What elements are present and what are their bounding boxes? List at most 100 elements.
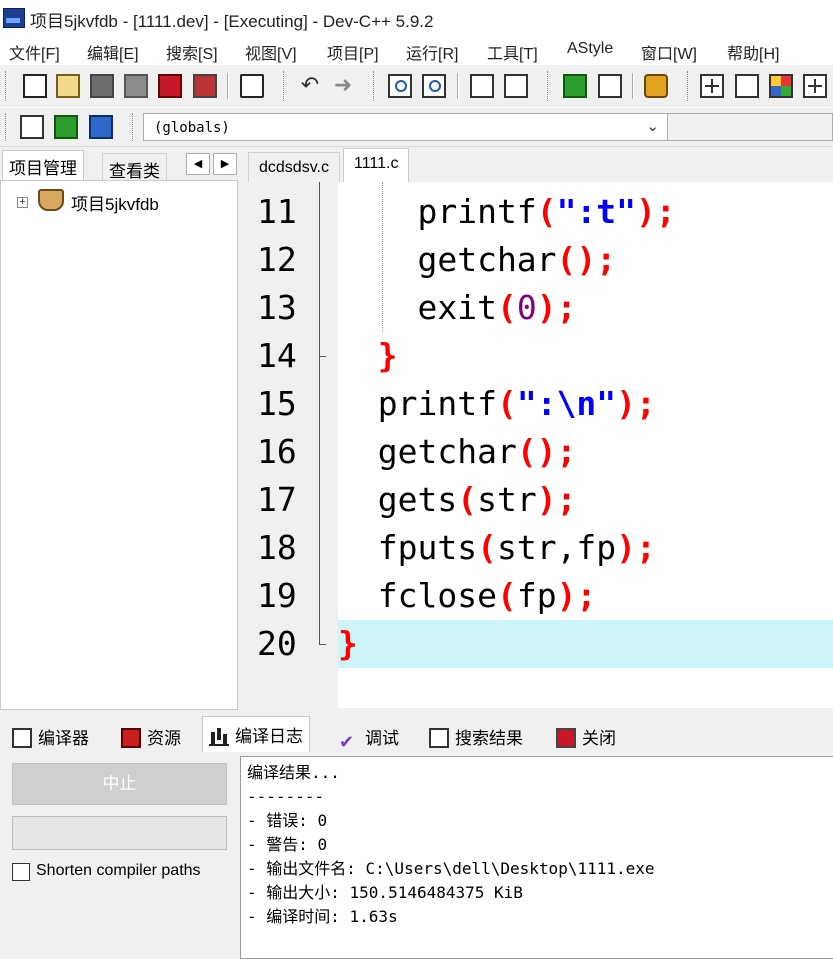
tab-close[interactable]: 关闭: [550, 719, 622, 751]
tab-resources[interactable]: 资源: [115, 719, 187, 751]
menu-file[interactable]: 文件[F]: [9, 40, 60, 64]
project-tree-item[interactable]: 项目5jkvfdb: [71, 190, 159, 215]
code-token: ":t": [556, 192, 637, 231]
menu-help[interactable]: 帮助[H]: [727, 40, 779, 64]
menu-astyle[interactable]: AStyle: [567, 40, 613, 58]
toolbar-grip[interactable]: [5, 71, 9, 101]
find-icon[interactable]: [388, 74, 412, 98]
code-token: }: [338, 624, 358, 663]
toolbar-separator: [632, 73, 634, 99]
print-icon[interactable]: [240, 74, 264, 98]
tab-label: 搜索结果: [455, 729, 523, 748]
close-file-icon[interactable]: [158, 74, 182, 98]
close-icon: [556, 728, 576, 748]
tab-label: 编译器: [38, 729, 89, 748]
save-icon[interactable]: [90, 74, 114, 98]
code-line[interactable]: fputs(str,fp);: [338, 524, 833, 572]
toolbar-grip[interactable]: [687, 71, 691, 101]
line-number: 16: [257, 432, 297, 471]
find-replace-icon[interactable]: [422, 74, 446, 98]
abort-compilation-button[interactable]: 中止: [12, 763, 227, 805]
editor-tabs: dcdsdsv.c 1111.c: [246, 148, 833, 184]
code-line[interactable]: }: [338, 620, 833, 668]
menu-search[interactable]: 搜索[S]: [166, 40, 218, 64]
tab-label: 编译日志: [235, 727, 303, 746]
tab-label: 资源: [147, 729, 181, 748]
code-token: );: [536, 480, 577, 519]
shorten-paths-checkbox[interactable]: [12, 863, 30, 881]
code-token: ();: [556, 240, 617, 279]
code-line[interactable]: printf(":t");: [338, 188, 833, 236]
menu-project[interactable]: 项目[P]: [327, 40, 379, 64]
log-line: - 输出文件名: C:\Users\dell\Desktop\1111.exe: [247, 859, 655, 878]
code-line[interactable]: fclose(fp);: [338, 572, 833, 620]
menu-run[interactable]: 运行[R]: [406, 40, 458, 64]
grid-icon[interactable]: [700, 74, 724, 98]
insert-icon[interactable]: [54, 115, 78, 139]
scroll-left-icon[interactable]: ◀: [186, 153, 210, 175]
redo-icon[interactable]: ➜: [331, 74, 355, 98]
tab-class-browser[interactable]: 查看类: [102, 153, 167, 183]
code-line[interactable]: gets(str);: [338, 476, 833, 524]
toolbar-grip[interactable]: [373, 71, 377, 101]
code-token: printf: [338, 384, 497, 423]
undo-icon[interactable]: ↶: [298, 74, 322, 98]
remove-from-project-icon[interactable]: [598, 74, 622, 98]
toolbar-grip[interactable]: [132, 113, 136, 141]
scope-combo[interactable]: (globals) ⌄: [143, 113, 668, 141]
goto-line-icon[interactable]: [644, 74, 668, 98]
code-line[interactable]: printf(":\n");: [338, 380, 833, 428]
code-line[interactable]: exit(0);: [338, 284, 833, 332]
new-class-icon[interactable]: [20, 115, 44, 139]
tab-file-1111[interactable]: 1111.c: [343, 148, 410, 183]
line-number: 18: [257, 528, 297, 567]
tree-expander[interactable]: +: [17, 197, 28, 208]
open-project-icon[interactable]: [56, 74, 80, 98]
log-line: - 错误: 0: [247, 811, 328, 830]
compile-log-output[interactable]: 编译结果... -------- - 错误: 0 - 警告: 0 - 输出文件名…: [240, 756, 833, 959]
scroll-right-icon[interactable]: ▶: [213, 153, 237, 175]
shorten-paths-label[interactable]: Shorten compiler paths: [36, 862, 201, 880]
close-all-icon[interactable]: [193, 74, 217, 98]
line-number: 11: [257, 192, 297, 231]
tab-label: 关闭: [582, 729, 616, 748]
symbol-combo[interactable]: [668, 113, 833, 141]
tab-label: 调试: [365, 729, 399, 748]
menu-tools[interactable]: 工具[T]: [487, 40, 538, 64]
menu-edit[interactable]: 编辑[E]: [87, 40, 139, 64]
line-number: 19: [257, 576, 297, 615]
tab-search-results[interactable]: 搜索结果: [423, 719, 529, 751]
tab-file-dcdsdsv[interactable]: dcdsdsv.c: [248, 152, 340, 184]
indent-icon[interactable]: [470, 74, 494, 98]
code-token: printf: [338, 192, 537, 231]
toolbar-grip[interactable]: [547, 71, 551, 101]
devcpp-app-icon[interactable]: [3, 8, 25, 28]
unindent-icon[interactable]: [504, 74, 528, 98]
chevron-down-icon[interactable]: ⌄: [646, 117, 659, 135]
menu-view[interactable]: 视图[V]: [245, 40, 297, 64]
project-tree: + 项目5jkvfdb: [0, 180, 238, 710]
code-token: fputs: [338, 528, 478, 567]
save-all-icon[interactable]: [124, 74, 148, 98]
compile-log-panel: 中止 Shorten compiler paths 编译结果... ------…: [0, 752, 833, 959]
add-to-project-icon[interactable]: [563, 74, 587, 98]
code-line[interactable]: getchar();: [338, 236, 833, 284]
tab-project-manager[interactable]: 项目管理: [2, 150, 84, 180]
toolbar-grip[interactable]: [5, 113, 9, 141]
log-line: --------: [247, 787, 325, 806]
code-line[interactable]: }: [338, 332, 833, 380]
new-file-icon[interactable]: [23, 74, 47, 98]
code-line[interactable]: getchar();: [338, 428, 833, 476]
bookmark-icon[interactable]: [89, 115, 113, 139]
toolbar-grip[interactable]: [283, 71, 287, 101]
tab-compiler[interactable]: 编译器: [6, 719, 95, 751]
tab-debug[interactable]: ✔ 调试: [333, 719, 405, 751]
menu-window[interactable]: 窗口[W]: [641, 40, 697, 64]
code-editor[interactable]: 11 printf(":t"); 12 getchar(); 13 exit(0);…: [248, 182, 833, 708]
color-icon[interactable]: [769, 74, 793, 98]
window-icon[interactable]: [735, 74, 759, 98]
tiles-icon[interactable]: [803, 74, 827, 98]
tab-compile-log[interactable]: 编译日志: [202, 716, 310, 752]
window-title: 项目5jkvfdb - [1111.dev] - [Executing] - D…: [30, 12, 434, 31]
title-bar: 项目5jkvfdb - [1111.dev] - [Executing] - D…: [0, 0, 833, 36]
